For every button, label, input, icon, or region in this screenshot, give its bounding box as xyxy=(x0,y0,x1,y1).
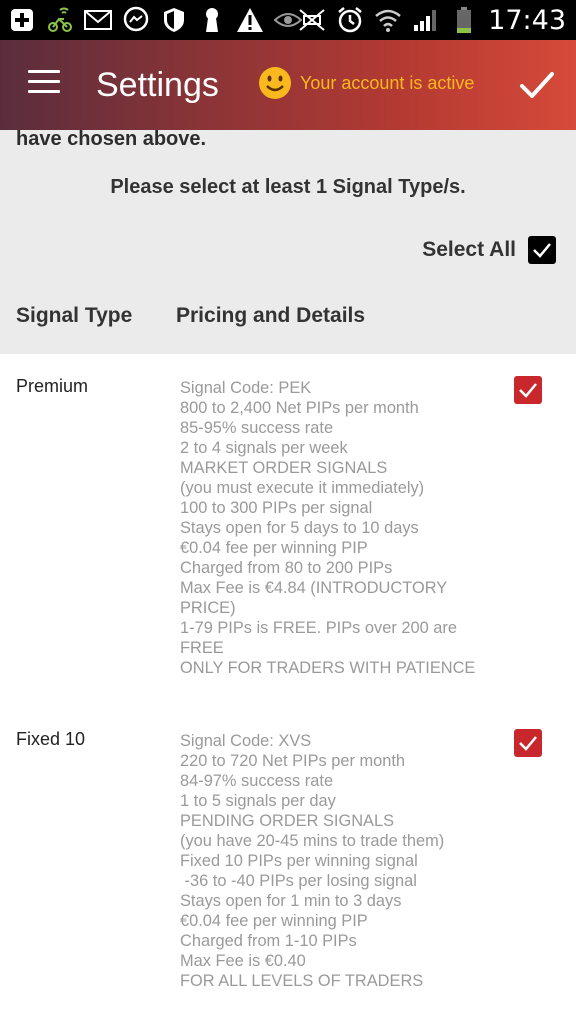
signal-bars-icon xyxy=(412,6,440,34)
battery-icon xyxy=(450,6,478,34)
premium-checkbox[interactable] xyxy=(514,376,542,404)
detail-line: FREE xyxy=(180,639,224,657)
checkmark-icon xyxy=(520,72,554,98)
detail-line: Max Fee is €4.84 (INTRODUCTORY xyxy=(180,579,448,597)
select-all-checkbox[interactable] xyxy=(528,236,556,264)
no-signal-icon xyxy=(298,6,326,34)
detail-line: 800 to 2,400 Net PIPs per month xyxy=(180,399,419,417)
detail-line: €0.04 fee per winning PIP xyxy=(180,912,368,930)
status-bar: 17:43 xyxy=(0,0,576,40)
page-title: Settings xyxy=(96,66,219,104)
signal-details: Signal Code: PEK 800 to 2,400 Net PIPs p… xyxy=(180,378,475,678)
add-icon xyxy=(8,6,36,34)
alarm-icon xyxy=(336,6,364,34)
instruction-text: Please select at least 1 Signal Type/s. xyxy=(110,176,466,198)
signal-details: Signal Code: XVS 220 to 720 Net PIPs per… xyxy=(180,731,444,991)
detail-line: 220 to 720 Net PIPs per month xyxy=(180,752,406,770)
detail-line: Fixed 10 PIPs per winning signal xyxy=(180,852,418,870)
account-status: Your account is active xyxy=(258,66,474,100)
cut-off-text: have chosen above. xyxy=(16,128,207,150)
detail-line: FOR ALL LEVELS OF TRADERS xyxy=(180,972,424,990)
shield-icon xyxy=(160,6,188,34)
signal-type-label: Premium xyxy=(16,376,89,396)
fixed-10-checkbox[interactable] xyxy=(514,729,542,757)
detail-line: €0.04 fee per winning PIP xyxy=(180,539,368,557)
detail-line: Stays open for 1 min to 3 days xyxy=(180,892,402,910)
smiley-icon xyxy=(259,67,291,99)
detail-line: ONLY FOR TRADERS WITH PATIENCE xyxy=(180,659,476,677)
detail-line: (you must execute it immediately) xyxy=(180,479,425,497)
warning-icon xyxy=(236,6,264,34)
menu-button[interactable] xyxy=(28,70,60,98)
account-status-text: Your account is active xyxy=(300,72,475,93)
messenger-icon xyxy=(122,6,150,34)
detail-line: MARKET ORDER SIGNALS xyxy=(180,459,388,477)
wifi-icon xyxy=(374,6,402,34)
detail-line: PRICE) xyxy=(180,599,236,617)
detail-line: Max Fee is €0.40 xyxy=(180,952,306,970)
detail-line: 100 to 300 PIPs per signal xyxy=(180,499,373,517)
column-header-details: Pricing and Details xyxy=(176,304,366,327)
checkmark-icon xyxy=(533,243,551,258)
detail-line: Charged from 1-10 PIPs xyxy=(180,932,357,950)
select-all-toggle[interactable]: Select All xyxy=(422,236,556,264)
keyhole-icon xyxy=(198,6,226,34)
signal-type-label: Fixed 10 xyxy=(16,729,86,749)
clock: 17:43 xyxy=(488,4,566,36)
detail-line: (you have 20-45 mins to trade them) xyxy=(180,832,445,850)
confirm-button[interactable] xyxy=(518,66,556,104)
checkmark-icon xyxy=(519,736,537,751)
detail-line: Stays open for 5 days to 10 days xyxy=(180,519,419,537)
mail-icon xyxy=(84,6,112,34)
detail-line: Signal Code: PEK xyxy=(180,379,312,397)
detail-line: 1-79 PIPs is FREE. PIPs over 200 are xyxy=(180,619,457,637)
detail-line: Signal Code: XVS xyxy=(180,732,312,750)
detail-line: -36 to -40 PIPs per losing signal xyxy=(180,872,417,890)
menu-icon xyxy=(28,70,60,73)
detail-line: 1 to 5 signals per day xyxy=(180,792,336,810)
select-all-label: Select All xyxy=(422,238,516,261)
column-header-type: Signal Type xyxy=(16,304,133,327)
detail-line: Charged from 80 to 200 PIPs xyxy=(180,559,393,577)
detail-line: 2 to 4 signals per week xyxy=(180,439,348,457)
checkmark-icon xyxy=(519,383,537,398)
signal-selection-header: have chosen above. Please select at leas… xyxy=(0,128,576,354)
detail-line: PENDING ORDER SIGNALS xyxy=(180,812,395,830)
bike-icon xyxy=(46,6,74,34)
detail-line: 85-95% success rate xyxy=(180,419,334,437)
detail-line: 84-97% success rate xyxy=(180,772,334,790)
app-bar: Settings Your account is active xyxy=(0,40,576,130)
